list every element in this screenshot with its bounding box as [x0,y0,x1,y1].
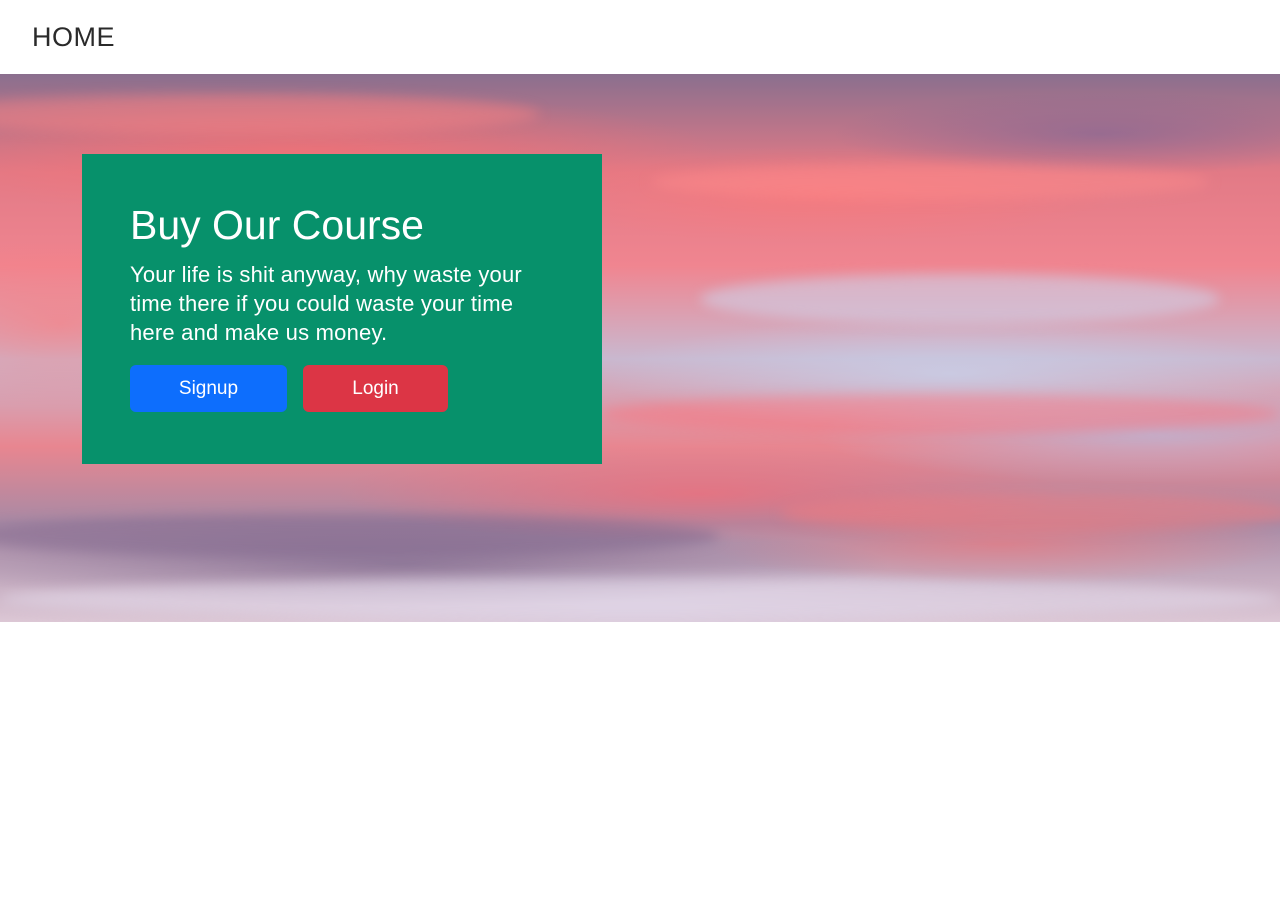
promo-title: Buy Our Course [130,202,424,248]
cloud-streak [780,494,1280,532]
button-group: Signup Login [130,365,554,412]
cloud-streak [600,394,1280,434]
cloud-streak [650,164,1210,200]
nav-home-link[interactable]: HOME [32,22,115,53]
cloud-streak [0,514,720,558]
promo-description: Your life is shit anyway, why waste your… [130,262,522,345]
promo-card: Buy Our Course Your life is shit anyway,… [82,154,602,464]
cloud-streak [700,274,1220,324]
login-button[interactable]: Login [303,365,448,412]
cloud-streak [0,94,540,134]
cloud-streak [0,579,1280,619]
signup-button[interactable]: Signup [130,365,287,412]
top-navbar: HOME [0,0,1280,74]
